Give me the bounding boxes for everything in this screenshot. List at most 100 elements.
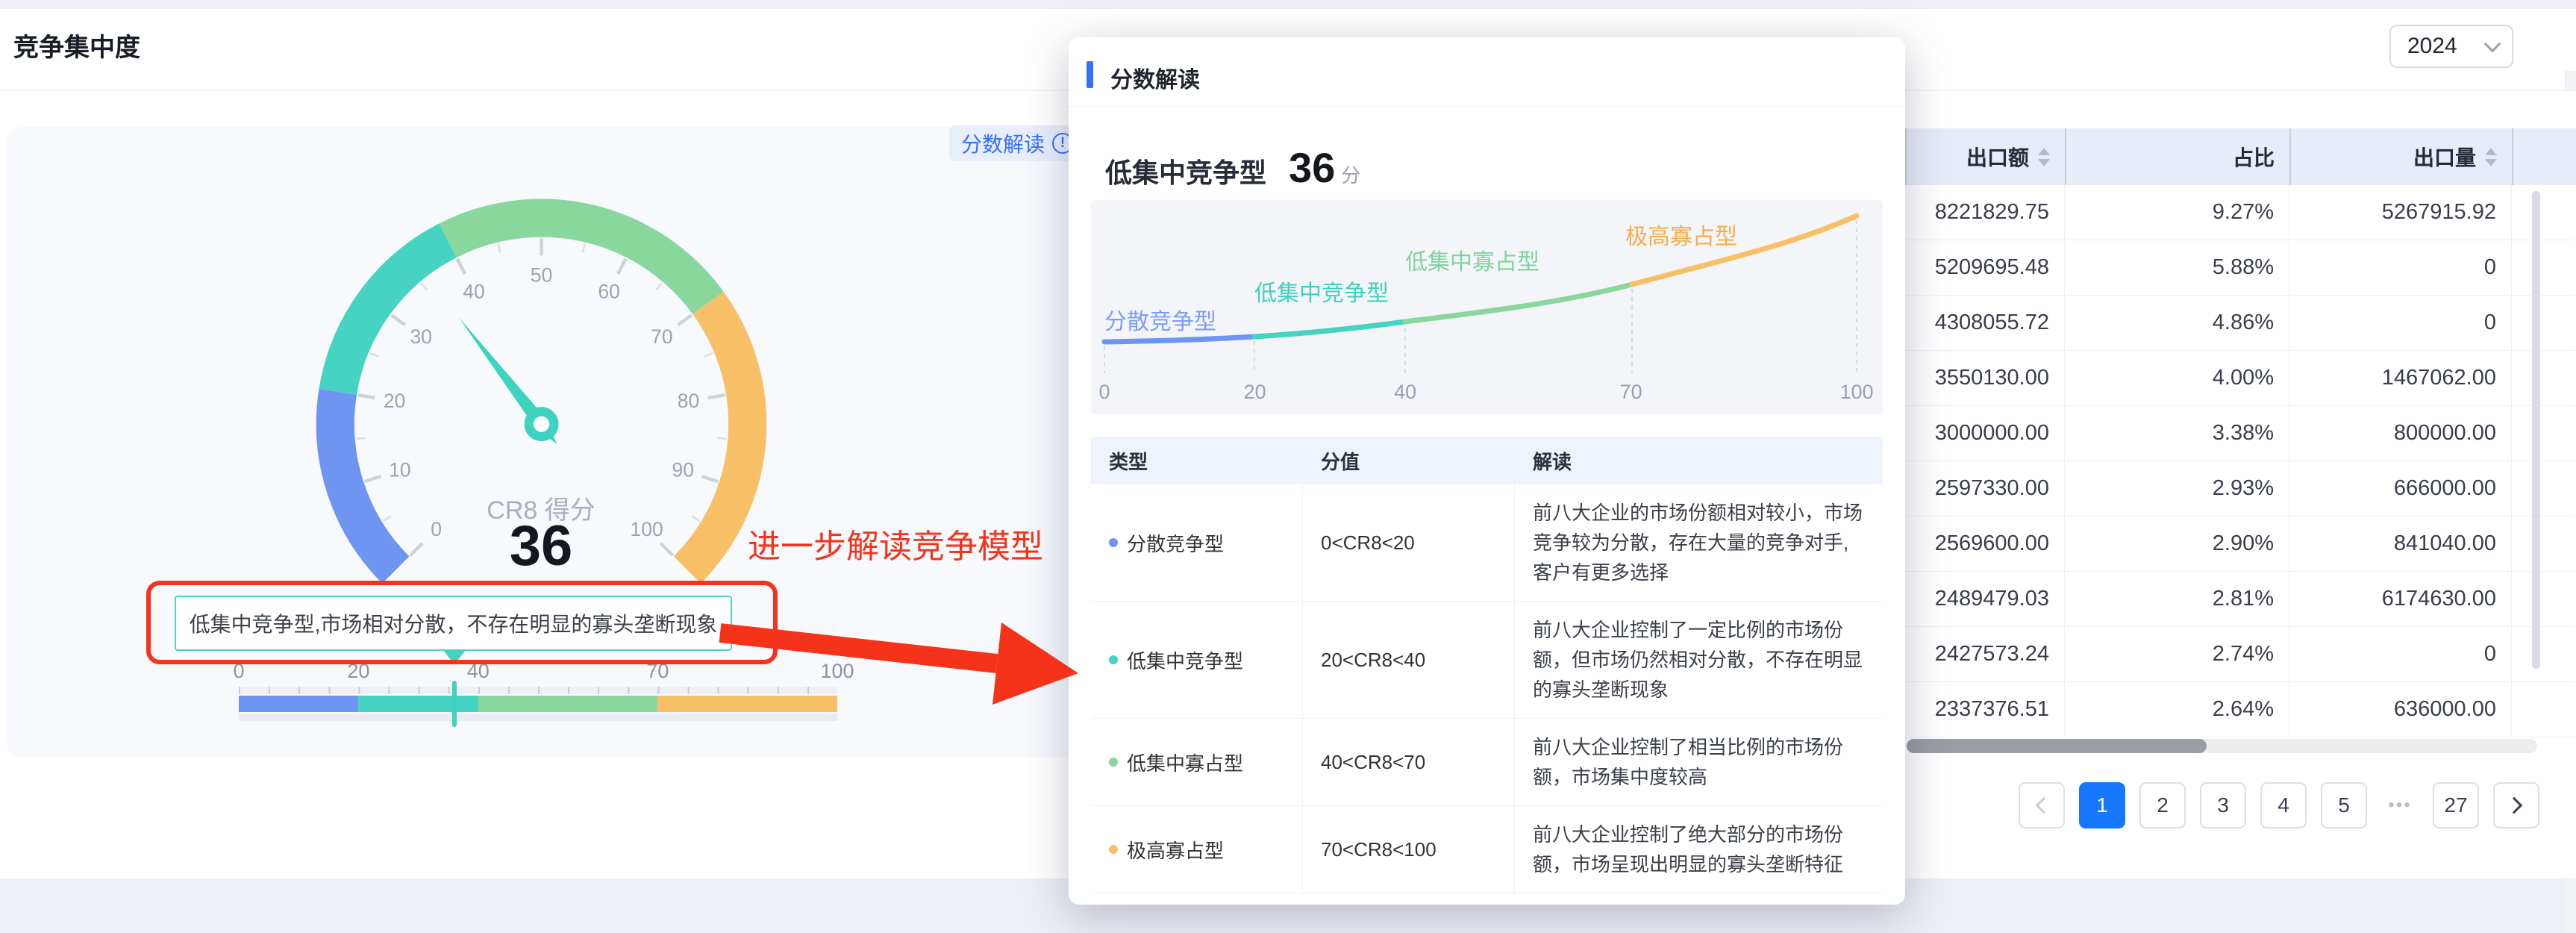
column-header-label: 出口额 bbox=[1966, 142, 2029, 172]
table-cell: 5267915.92 bbox=[2289, 185, 2512, 240]
table-row[interactable]: 2597330.002.93%666000.00 bbox=[1905, 461, 2575, 517]
type-dot-icon bbox=[1109, 655, 1118, 664]
sort-icon[interactable] bbox=[2485, 148, 2497, 166]
pagination: 12345 ••• 27 bbox=[2019, 782, 2539, 829]
cr8-segment-curve-chart: 分散竞争型 低集中竞争型 低集中寡占型 极高寡占型 0204070100 bbox=[1091, 200, 1883, 414]
gauge-needle-hub-center bbox=[534, 416, 549, 432]
table-row[interactable]: 3000000.003.38%800000.00 bbox=[1905, 406, 2575, 461]
curve-x-tick-label: 20 bbox=[1244, 381, 1266, 404]
type-label: 极高寡占型 bbox=[1127, 836, 1224, 864]
table-row[interactable]: 4308055.724.86%0 bbox=[1905, 296, 2575, 351]
table-cell: 4308055.72 bbox=[1905, 296, 2065, 350]
table-column-header-partial bbox=[2513, 128, 2576, 185]
type-dot-icon bbox=[1109, 845, 1118, 854]
type-label: 低集中寡占型 bbox=[1127, 749, 1243, 776]
modal-table-row: 分散竞争型0<CR8<20前八大企业的市场份额相对较小，市场竞争较为分散，存在大… bbox=[1091, 484, 1883, 602]
modal-table-type-cell: 低集中竞争型 bbox=[1091, 602, 1303, 718]
scale-bar-segment bbox=[239, 696, 358, 712]
table-cell: 2427573.24 bbox=[1905, 627, 2065, 681]
pagination-page-27[interactable]: 27 bbox=[2433, 782, 2479, 829]
modal-title-accent-bar bbox=[1087, 61, 1093, 88]
table-cell: 3.38% bbox=[2065, 406, 2289, 461]
year-select[interactable]: 2024 bbox=[2389, 25, 2513, 68]
annotation-text: 进一步解读竞争模型 bbox=[748, 519, 1043, 567]
modal-title: 分数解读 bbox=[1110, 61, 1200, 94]
table-cell: 800000.00 bbox=[2289, 406, 2512, 461]
modal-score-type: 低集中竞争型 bbox=[1105, 152, 1266, 190]
scale-bar-segment bbox=[358, 696, 478, 712]
modal-table-row: 低集中竞争型20<CR8<40前八大企业控制了一定比例的市场份额，但市场仍然相对… bbox=[1091, 602, 1883, 719]
table-cell: 4.86% bbox=[2065, 296, 2289, 350]
sort-icon[interactable] bbox=[2038, 148, 2050, 166]
curve-seg-blue bbox=[1104, 337, 1254, 342]
modal-table-desc-cell: 前八大企业控制了绝大部分的市场份额，市场呈现出明显的寡头垄断特征 bbox=[1515, 806, 1883, 893]
table-cell-partial bbox=[2512, 406, 2575, 461]
table-cell-partial bbox=[2512, 517, 2575, 571]
modal-score-value: 36 bbox=[1289, 143, 1335, 192]
modal-score-unit: 分 bbox=[1341, 160, 1360, 188]
table-row[interactable]: 8221829.759.27%5267915.92 bbox=[1905, 185, 2575, 240]
table-cell: 2.90% bbox=[2065, 517, 2289, 571]
export-data-table: 出口额 占比出口量 8221829.759.27%5267915.92520969… bbox=[1905, 91, 2576, 879]
table-row[interactable]: 2427573.242.74%0 bbox=[1905, 627, 2575, 682]
table-cell: 2597330.00 bbox=[1905, 461, 2065, 516]
curve-x-tick-label: 100 bbox=[1839, 381, 1873, 404]
chevron-right-icon bbox=[2506, 797, 2523, 814]
table-row[interactable]: 3550130.004.00%1467062.00 bbox=[1905, 351, 2575, 406]
modal-divider bbox=[1069, 106, 1905, 107]
curve-label-3: 低集中寡占型 bbox=[1405, 243, 1539, 276]
table-column-header[interactable]: 出口额 bbox=[1907, 128, 2066, 185]
table-cell-partial bbox=[2512, 572, 2575, 626]
table-row[interactable]: 2337376.512.64%636000.00 bbox=[1905, 682, 2575, 737]
table-horizontal-scrollbar[interactable] bbox=[1907, 739, 2537, 753]
modal-table-type-cell: 低集中寡占型 bbox=[1091, 719, 1303, 805]
table-cell: 2.74% bbox=[2065, 627, 2289, 681]
chevron-left-icon bbox=[2036, 797, 2053, 814]
table-column-header[interactable]: 出口量 bbox=[2291, 128, 2513, 185]
gauge-value: 36 bbox=[392, 514, 690, 578]
table-cell: 841040.00 bbox=[2289, 517, 2512, 571]
table-cell: 1467062.00 bbox=[2289, 351, 2512, 405]
pagination-page-2[interactable]: 2 bbox=[2139, 782, 2186, 829]
type-label: 低集中竞争型 bbox=[1127, 646, 1243, 674]
gauge-tick-label: 60 bbox=[598, 280, 619, 302]
annotation-highlight-box bbox=[146, 581, 778, 664]
pagination-page-3[interactable]: 3 bbox=[2200, 782, 2246, 829]
table-cell: 3550130.00 bbox=[1905, 351, 2065, 405]
table-cell: 5.88% bbox=[2065, 240, 2289, 295]
curve-x-tick-label: 40 bbox=[1394, 381, 1416, 404]
pagination-page-4[interactable]: 4 bbox=[2260, 782, 2307, 829]
curve-seg-green bbox=[1405, 284, 1632, 322]
page-title: 竞争集中度 bbox=[13, 27, 140, 63]
modal-table-type-cell: 分散竞争型 bbox=[1091, 484, 1303, 601]
gauge-tick-label: 40 bbox=[463, 280, 484, 302]
pagination-page-1[interactable]: 1 bbox=[2079, 782, 2125, 829]
pagination-next-button[interactable] bbox=[2493, 782, 2539, 829]
table-cell: 2.64% bbox=[2065, 682, 2289, 737]
pagination-ellipsis: ••• bbox=[2381, 782, 2419, 829]
table-row[interactable]: 2569600.002.90%841040.00 bbox=[1905, 517, 2575, 572]
gauge-tick-label: 10 bbox=[389, 459, 410, 481]
pagination-page-5[interactable]: 5 bbox=[2321, 782, 2367, 829]
curve-label-1: 分散竞争型 bbox=[1104, 303, 1216, 336]
curve-label-2: 低集中竞争型 bbox=[1254, 275, 1389, 308]
table-vertical-scrollbar[interactable] bbox=[2532, 191, 2540, 669]
modal-table-range-cell: 70<CR8<100 bbox=[1303, 806, 1515, 893]
table-row[interactable]: 5209695.485.88%0 bbox=[1905, 240, 2575, 296]
table-horizontal-scrollbar-thumb[interactable] bbox=[1907, 739, 2207, 753]
table-cell-partial bbox=[2512, 461, 2575, 516]
year-select-value: 2024 bbox=[2407, 34, 2457, 59]
table-header-row: 出口额 占比出口量 bbox=[1905, 128, 2576, 185]
gauge-tick-label: 90 bbox=[672, 459, 694, 481]
modal-table-row: 极高寡占型 70<CR8<100前八大企业控制了绝大部分的市场份额，市场呈现出明显… bbox=[1091, 806, 1883, 893]
gauge-tick-label: 30 bbox=[410, 325, 432, 348]
table-row[interactable]: 2489479.032.81%6174630.00 bbox=[1905, 572, 2575, 627]
table-cell-partial bbox=[2512, 296, 2575, 350]
gauge-tick-label: 20 bbox=[384, 390, 405, 412]
table-column-header[interactable]: 占比 bbox=[2066, 128, 2291, 185]
type-dot-icon bbox=[1109, 758, 1118, 767]
table-cell: 2337376.51 bbox=[1905, 682, 2065, 737]
pagination-prev-button[interactable] bbox=[2019, 782, 2065, 829]
gauge-arc-orange bbox=[687, 303, 748, 570]
scale-bar-segment bbox=[478, 696, 658, 712]
